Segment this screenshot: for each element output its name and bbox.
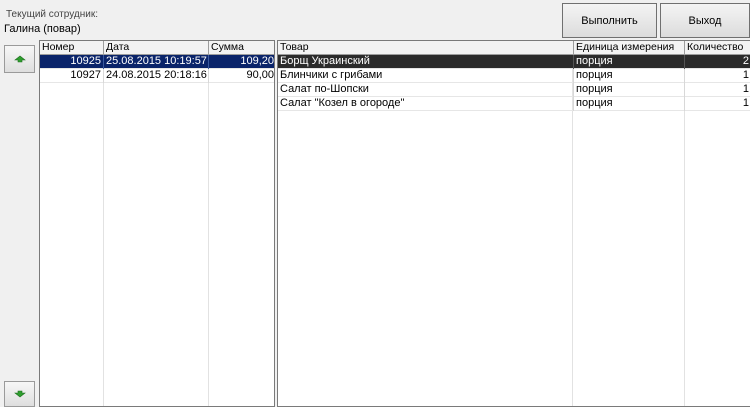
scroll-down-button[interactable]: [4, 381, 35, 407]
item-quantity: 2: [742, 55, 749, 67]
item-row[interactable]: Борщ Украинский порция 2: [278, 55, 750, 69]
item-row[interactable]: Салат по-Шопски порция 1: [278, 83, 750, 97]
order-sum: 90,00: [246, 69, 274, 81]
order-number: 10925: [40, 55, 104, 69]
column-header-number[interactable]: Номер: [40, 41, 104, 54]
scroll-up-button[interactable]: [4, 45, 35, 73]
orders-grid-header: Номер Дата Сумма: [40, 41, 274, 55]
item-row[interactable]: Блинчики с грибами порция 1: [278, 69, 750, 83]
order-row[interactable]: 10925 25.08.2015 10:19:57 109,20: [40, 55, 274, 69]
order-date: 24.08.2015 20:18:16: [104, 69, 209, 83]
current-employee-name: Галина (повар): [4, 23, 81, 35]
order-date: 25.08.2015 10:19:57: [104, 55, 209, 69]
item-unit: порция: [574, 69, 685, 83]
column-header-date[interactable]: Дата: [104, 41, 209, 54]
item-row[interactable]: Салат "Козел в огороде" порция 1: [278, 97, 750, 111]
arrow-up-icon: [13, 55, 26, 63]
item-quantity: 1: [742, 97, 749, 109]
arrow-down-icon: [13, 390, 26, 398]
column-header-quantity[interactable]: Количество: [685, 41, 750, 54]
item-unit: порция: [574, 97, 685, 111]
order-number: 10927: [40, 69, 104, 83]
item-product: Блинчики с грибами: [278, 69, 574, 83]
column-divider: [208, 41, 209, 406]
order-sum: 109,20: [240, 55, 274, 67]
order-items-grid[interactable]: Товар Единица измерения Количество Борщ …: [277, 40, 750, 407]
item-product: Борщ Украинский: [278, 55, 574, 69]
items-grid-header: Товар Единица измерения Количество: [278, 41, 750, 55]
column-divider: [103, 41, 104, 406]
item-quantity: 1: [742, 83, 749, 95]
item-product: Салат по-Шопски: [278, 83, 574, 97]
orders-grid[interactable]: Номер Дата Сумма 10925 25.08.2015 10:19:…: [39, 40, 275, 407]
column-header-product[interactable]: Товар: [278, 41, 574, 54]
column-header-unit[interactable]: Единица измерения: [574, 41, 685, 54]
column-header-sum[interactable]: Сумма: [209, 41, 274, 54]
exit-button[interactable]: Выход: [660, 3, 750, 38]
item-unit: порция: [574, 83, 685, 97]
order-row[interactable]: 10927 24.08.2015 20:18:16 90,00: [40, 69, 274, 83]
item-unit: порция: [574, 55, 685, 69]
execute-button[interactable]: Выполнить: [562, 3, 657, 38]
item-quantity: 1: [742, 69, 749, 81]
current-employee-caption: Текущий сотрудник:: [6, 9, 99, 20]
item-product: Салат "Козел в огороде": [278, 97, 574, 111]
